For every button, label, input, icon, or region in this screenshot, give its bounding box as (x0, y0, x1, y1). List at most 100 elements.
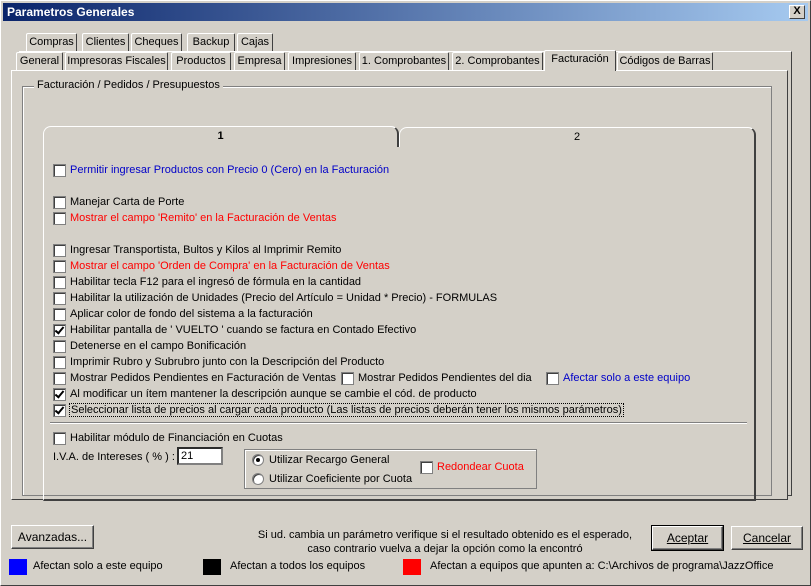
group-title: Facturación / Pedidos / Presupuestos (34, 79, 223, 91)
radio-button[interactable] (252, 473, 264, 485)
option-label: Detenerse en el campo Bonificación (70, 340, 247, 352)
avanzadas-button[interactable]: Avanzadas... (11, 525, 94, 549)
option-financiacion-cuotas[interactable]: Habilitar módulo de Financiación en Cuot… (53, 431, 283, 445)
checkbox[interactable] (53, 243, 66, 257)
tab-backup[interactable]: Backup (187, 33, 235, 51)
tab-label: Impresiones (292, 55, 352, 67)
tab-label: Compras (29, 36, 74, 48)
option-lista-precios[interactable]: Seleccionar lista de precios al cargar c… (53, 403, 624, 417)
checkbox[interactable] (53, 211, 66, 225)
option-precio-cero[interactable]: Permitir ingresar Productos con Precio 0… (53, 163, 389, 177)
option-color-fondo[interactable]: Aplicar color de fondo del sistema a la … (53, 307, 313, 321)
checkbox[interactable] (53, 307, 66, 321)
close-icon: X (793, 5, 801, 17)
legend-blue-label: Afectan solo a este equipo (33, 560, 163, 572)
option-tecla-f12[interactable]: Habilitar tecla F12 para el ingresó de f… (53, 275, 361, 289)
option-vuelto[interactable]: Habilitar pantalla de ' VUELTO ' cuando … (53, 323, 416, 337)
option-mantener-descripcion[interactable]: Al modificar un ítem mantener la descrip… (53, 387, 477, 401)
tab-1-comprobantes[interactable]: 1. Comprobantes (359, 52, 449, 70)
tab-general[interactable]: General (16, 52, 63, 70)
option-label: Mostrar el campo 'Orden de Compra' en la… (70, 260, 390, 272)
tab-facturacion[interactable]: Facturación (544, 50, 616, 71)
option-campo-remito[interactable]: Mostrar el campo 'Remito' en la Facturac… (53, 211, 337, 225)
checkbox[interactable] (53, 387, 66, 401)
tab-cheques[interactable]: Cheques (131, 33, 182, 51)
iva-label: I.V.A. de Intereses ( % ) : (53, 450, 175, 464)
option-bonificacion[interactable]: Detenerse en el campo Bonificación (53, 339, 246, 353)
option-pedidos-del-dia[interactable]: Mostrar Pedidos Pendientes del dia (341, 371, 532, 385)
option-label: Redondear Cuota (437, 461, 524, 473)
checkbox[interactable] (420, 460, 433, 474)
tab-compras[interactable]: Compras (26, 33, 77, 51)
checkbox[interactable] (546, 371, 559, 385)
option-orden-de-compra[interactable]: Mostrar el campo 'Orden de Compra' en la… (53, 259, 390, 273)
option-label: Habilitar módulo de Financiación en Cuot… (70, 432, 283, 444)
checkbox[interactable] (53, 403, 66, 417)
tab-cajas[interactable]: Cajas (237, 33, 273, 51)
checkbox[interactable] (53, 195, 66, 209)
title-bar: Parametros Generales X (3, 3, 808, 21)
option-label: Aplicar color de fondo del sistema a la … (70, 308, 313, 320)
tab-label: 2. Comprobantes (455, 55, 540, 67)
checkbox[interactable] (53, 323, 66, 337)
tab-label: General (19, 55, 60, 67)
tab-label: Cheques (134, 36, 179, 48)
window-title: Parametros Generales (7, 5, 135, 19)
option-label: Mostrar Pedidos Pendientes en Facturació… (70, 372, 336, 384)
checkbox[interactable] (53, 355, 66, 369)
tab-impresiones[interactable]: Impresiones (288, 52, 356, 70)
iva-intereses-input[interactable]: 21 (177, 447, 223, 465)
tab-label: Empresa (237, 55, 282, 67)
option-label: Habilitar la utilización de Unidades (Pr… (70, 292, 498, 304)
subtab-2[interactable]: 2 (399, 127, 756, 147)
checkbox[interactable] (53, 339, 66, 353)
checkbox[interactable] (53, 291, 66, 305)
button-label: Avanzadas... (17, 530, 88, 544)
cancelar-button[interactable]: Cancelar (731, 526, 803, 550)
tab-clientes[interactable]: Clientes (82, 33, 129, 51)
subtab-label: 1 (217, 130, 224, 142)
tab-impresoras-fiscales[interactable]: Impresoras Fiscales (65, 52, 168, 70)
tab-empresa[interactable]: Empresa (234, 52, 285, 70)
legend-swatch-blue (9, 559, 27, 575)
tab-label: Facturación (551, 53, 609, 65)
option-transportista[interactable]: Ingresar Transportista, Bultos y Kilos a… (53, 243, 341, 257)
checkbox[interactable] (341, 371, 354, 385)
option-pedidos-pendientes[interactable]: Mostrar Pedidos Pendientes en Facturació… (53, 371, 336, 385)
note-line-2: caso contrario vuelva a dejar la opción … (307, 543, 583, 555)
radio-label: Utilizar Recargo General (269, 454, 390, 466)
radio-label: Utilizar Coeficiente por Cuota (269, 473, 413, 485)
option-rubro-subrubro[interactable]: Imprimir Rubro y Subrubro junto con la D… (53, 355, 384, 369)
button-label: Aceptar (666, 531, 709, 545)
checkbox[interactable] (53, 371, 66, 385)
option-label: Permitir ingresar Productos con Precio 0… (70, 164, 390, 176)
option-redondear-cuota[interactable]: Redondear Cuota (420, 460, 524, 474)
checkbox[interactable] (53, 259, 66, 273)
radio-button[interactable] (252, 454, 264, 466)
option-label: Al modificar un ítem mantener la descrip… (70, 388, 477, 400)
option-label: Habilitar tecla F12 para el ingresó de f… (70, 276, 362, 288)
radio-recargo-general[interactable]: Utilizar Recargo General (252, 453, 389, 467)
tab-codigos-de-barras[interactable]: Códigos de Barras (617, 52, 713, 70)
radio-coeficiente-cuota[interactable]: Utilizar Coeficiente por Cuota (252, 472, 412, 486)
checkbox[interactable] (53, 431, 66, 445)
close-button[interactable]: X (789, 5, 805, 19)
tab-label: Productos (176, 55, 226, 67)
option-afectar-este-equipo[interactable]: Afectar solo a este equipo (546, 371, 690, 385)
tab-productos[interactable]: Productos (171, 52, 231, 70)
button-label: Cancelar (742, 531, 792, 545)
option-label: Imprimir Rubro y Subrubro junto con la D… (70, 356, 385, 368)
option-unidades[interactable]: Habilitar la utilización de Unidades (Pr… (53, 291, 497, 305)
tab-2-comprobantes[interactable]: 2. Comprobantes (452, 52, 543, 70)
subtab-1[interactable]: 1 (43, 126, 399, 147)
tab-label: Clientes (85, 36, 126, 48)
option-carta-de-porte[interactable]: Manejar Carta de Porte (53, 195, 184, 209)
tab-label: Cajas (240, 36, 270, 48)
legend-red-label: Afectan a equipos que apunten a: C:\Arch… (430, 560, 774, 572)
option-label: Habilitar pantalla de ' VUELTO ' cuando … (70, 324, 417, 336)
option-label: Afectar solo a este equipo (563, 372, 691, 384)
checkbox[interactable] (53, 275, 66, 289)
checkbox[interactable] (53, 163, 66, 177)
legend-swatch-red (403, 559, 421, 575)
aceptar-button[interactable]: Aceptar (651, 525, 724, 551)
